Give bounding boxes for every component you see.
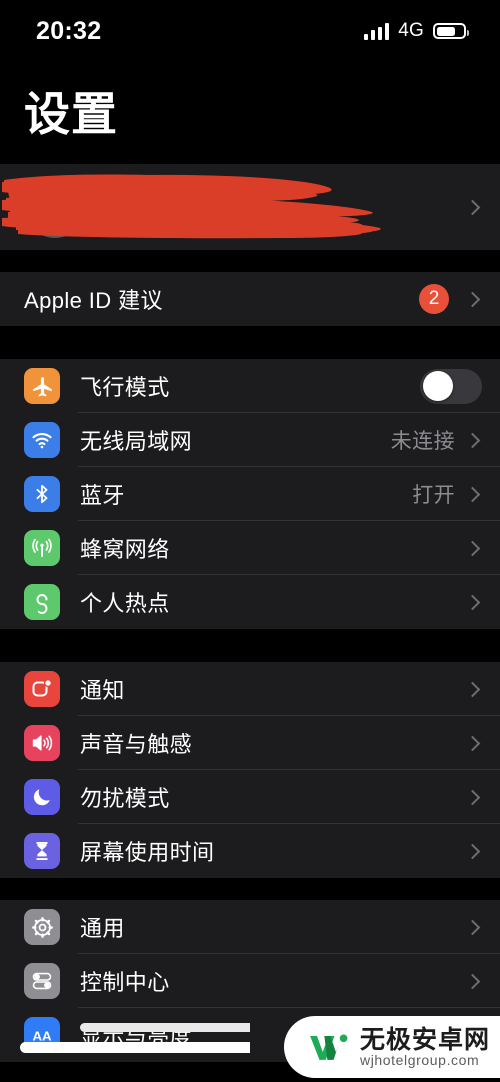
watermark-logo-icon [310,1034,348,1060]
site-watermark: 无极安卓网 wjhotelgroup.com [283,1016,500,1078]
wifi-icon [24,422,60,459]
row-label: 通用 [80,916,125,942]
row-notifications[interactable]: 通知 [0,662,500,717]
watermark-url: wjhotelgroup.com [359,1051,480,1068]
battery-icon [433,23,469,39]
row-label: 控制中心 [80,970,170,996]
moon-icon [24,779,60,816]
row-label: 无线局域网 [80,429,193,455]
chevron-right-icon [464,843,481,860]
row-do-not-disturb[interactable]: 勿扰模式 [0,770,500,825]
chevron-right-icon [464,919,481,936]
hourglass-icon [24,833,60,870]
row-value: 未连接 [390,430,455,454]
alerts-group: 通知 声音与触感 勿扰模式 屏幕使用时间 [0,662,500,879]
row-bluetooth[interactable]: 蓝牙 打开 [0,467,500,522]
apple-id-account-row[interactable]: iCloud、媒体与购买项目 [0,164,500,251]
speaker-icon [24,725,60,762]
section-gap [0,629,500,663]
signal-strength-icon [363,23,390,40]
row-wifi[interactable]: 无线局域网 未连接 [0,413,500,468]
row-value: 打开 [412,484,455,508]
status-badge: 2 [419,284,449,315]
row-control-center[interactable]: 控制中心 [0,954,500,1009]
control-center-icon [24,963,60,1000]
chevron-right-icon [464,681,481,698]
page-header: 设置 [0,62,500,165]
row-label: 通知 [80,678,125,704]
status-indicators: 4G [363,20,469,42]
chevron-right-icon [464,291,481,308]
watermark-tail [20,1042,250,1053]
gear-icon [24,909,60,946]
avatar [24,176,86,239]
section-gap [0,878,500,901]
chevron-right-icon [464,973,481,990]
network-type-label: 4G [398,20,424,41]
watermark-tail-secondary [80,1023,250,1032]
row-label: 飞行模式 [80,375,170,401]
row-general[interactable]: 通用 [0,900,500,955]
airplane-mode-toggle[interactable] [420,368,482,404]
row-airplane-mode[interactable]: 飞行模式 [0,359,500,414]
watermark-name: 无极安卓网 [359,1025,490,1054]
chevron-right-icon [464,432,481,449]
row-cellular[interactable]: 蜂窝网络 [0,521,500,576]
row-label: 屏幕使用时间 [80,840,215,866]
chevron-right-icon [464,789,481,806]
watermark-text: 无极安卓网 wjhotelgroup.com [359,1025,490,1068]
account-text: iCloud、媒体与购买项目 [104,191,467,223]
section-gap [0,250,500,273]
row-personal-hotspot[interactable]: 个人热点 [0,575,500,630]
connectivity-group: 飞行模式 无线局域网 未连接 蓝牙 打开 蜂窝网络 个人热点 [0,359,500,630]
row-label: 蓝牙 [80,483,125,509]
row-label: 勿扰模式 [80,786,170,812]
row-sounds-haptics[interactable]: 声音与触感 [0,716,500,771]
row-label: Apple ID 建议 [24,288,163,314]
chevron-right-icon [464,540,481,557]
chevron-right-icon [464,594,481,611]
row-label: 个人热点 [80,591,170,617]
row-apple-id-suggestions[interactable]: Apple ID 建议 2 [0,272,500,327]
cellular-antenna-icon [24,530,60,567]
airplane-icon [24,368,60,405]
bluetooth-icon [24,476,60,513]
hotspot-icon [24,584,60,621]
row-screen-time[interactable]: 屏幕使用时间 [0,824,500,879]
chevron-right-icon [464,735,481,752]
row-label: 蜂窝网络 [80,537,170,563]
notification-bell-icon [24,671,60,708]
chevron-right-icon [464,199,481,216]
status-time: 20:32 [36,16,102,45]
page-title: 设置 [24,88,118,140]
chevron-right-icon [464,486,481,503]
account-subtitle: iCloud、媒体与购买项目 [104,201,304,222]
account-group: iCloud、媒体与购买项目 [0,164,500,251]
row-label: 声音与触感 [80,732,193,758]
suggestions-group: Apple ID 建议 2 [0,272,500,327]
section-gap [0,326,500,360]
settings-screen: 20:32 4G 设置 iCloud、媒体与购买项目 Apple ID 建议 2… [0,0,500,1082]
status-bar: 20:32 4G [0,0,500,62]
